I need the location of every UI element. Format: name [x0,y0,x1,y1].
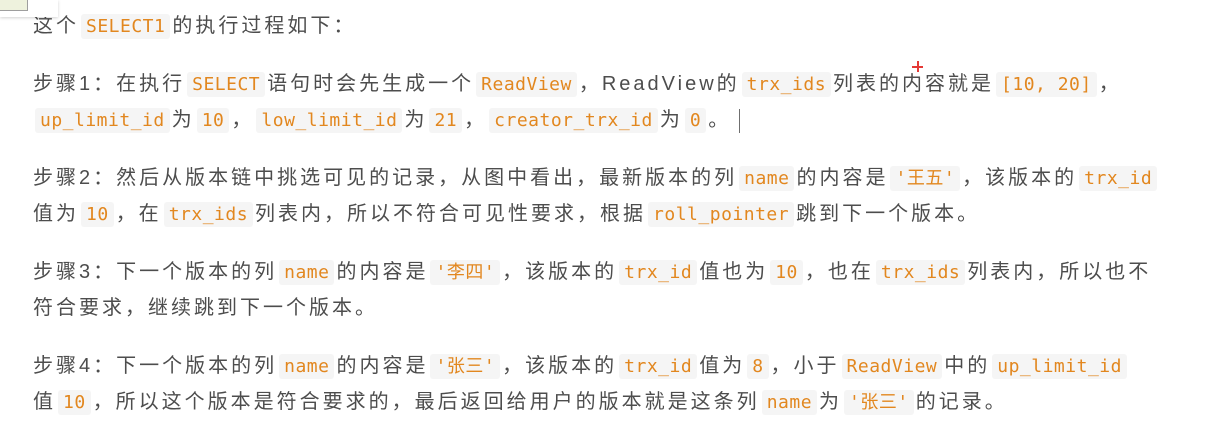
inline-code: SELECT [187,71,266,97]
inline-code: name [279,259,335,285]
inline-code: trx_ids [875,259,966,285]
step-4-paragraph: 步骤4：下一个版本的列 name 的内容是 '张三' ，该版本的 trx_id 值为 8 ，小于… [33,348,1203,421]
red-plus-marker-icon [912,61,923,72]
inline-code: name [279,353,335,379]
text-run: 值也为 [699,260,769,283]
text-run: 跳到下一个版本。 [796,203,981,225]
inline-code: trx_id [1079,165,1158,191]
text-run: 中的 [944,354,991,377]
inline-code: trx_ids [163,202,254,227]
text-run: 步骤2：然后从版本链中挑选可见的记录，从图中看出，最新版本的列 [33,166,738,189]
inline-code: ReadView [476,71,577,97]
inline-code: trx_id [619,259,698,285]
inline-code: [10, 20] [996,71,1097,97]
text-run: 为 [659,109,683,131]
inline-code: low_limit_id [256,108,403,133]
text-line: 值 10 ，所以这个版本是符合要求的，最后返回给用户的版本就是这条列 name 为 '张三… [33,384,1203,421]
text-run: 的记录。 [915,391,1008,413]
text-line: 步骤2：然后从版本链中挑选可见的记录，从图中看出，最新版本的列 name 的内容是 '… [33,160,1203,197]
text-run: ，ReadView的 [578,72,740,95]
text-line: 步骤3：下一个版本的列 name 的内容是 '李四' ，该版本的 trx_id 值也为 10，… [33,254,1203,291]
text-run: ，小于 [770,354,840,377]
inline-code: 10 [81,202,114,227]
inline-code: 21 [429,108,463,133]
step-3-paragraph: 步骤3：下一个版本的列 name 的内容是 '李四' ，该版本的 trx_id 值也为 10，… [33,254,1203,327]
text-line: 值为 10 ，在 trx_ids 列表内，所以不符合可见性要求，根据 roll_point… [33,196,1203,233]
text-run: 值为 [33,203,79,225]
step-2-paragraph: 步骤2：然后从版本链中挑选可见的记录，从图中看出，最新版本的列 name 的内容是 '… [33,160,1203,233]
text-run: 这个 [33,15,79,37]
text-run: ， [1098,72,1122,95]
text-run: 符合要求，继续跳到下一个版本。 [33,297,378,319]
text-run: 步骤3：下一个版本的列 [33,260,278,283]
text-run: ，所以这个版本是符合要求的，最后返回给用户的版本就是这条列 [92,391,760,413]
text-run: 语句时会先生成一个 [267,72,475,95]
text-run: 列表内，所以也不 [967,260,1152,283]
text-run: 为 [819,391,843,413]
inline-code: 10 [196,108,230,133]
inline-code: '李四' [430,259,501,285]
text-line: 这个 SELECT1 的执行过程如下： [33,8,1203,45]
inline-code: '张三' [844,390,914,415]
step-1-paragraph: 步骤1：在执行 SELECT 语句时会先生成一个 ReadView ，ReadView的… [33,66,1203,139]
text-run: 为 [404,109,428,131]
inline-code: 10 [58,390,91,415]
inline-code: creator_trx_id [489,108,658,133]
floating-widget-box [0,0,28,11]
article-body: 这个 SELECT1 的执行过程如下： 步骤1：在执行 SELECT 语句时会先生成一个… [33,8,1203,421]
intro-paragraph: 这个 SELECT1 的执行过程如下： [33,8,1203,45]
text-run: ， [231,109,255,131]
text-line: 步骤1：在执行 SELECT 语句时会先生成一个 ReadView ，ReadView的… [33,66,1203,103]
text-run: 为 [171,109,195,131]
text-line: 符合要求，继续跳到下一个版本。 [33,290,1203,327]
text-line: up_limit_id 为 10， low_limit_id 为 21， creator_t… [33,102,1203,139]
text-run: ， [464,109,488,131]
text-run: 的内容是 [796,166,889,189]
inline-code: 0 [684,108,707,133]
text-run: 列表的内容就是 [833,72,995,95]
text-run: 值为 [699,354,746,377]
text-run: 。 [708,109,732,131]
inline-code: ReadView [841,353,943,379]
inline-code: trx_ids [741,71,832,97]
text-run: 列表内，所以不符合可见性要求，根据 [255,203,647,225]
inline-code: name [761,390,818,415]
inline-code: name [739,165,795,191]
inline-code: SELECT1 [81,14,171,39]
text-run: ，该版本的 [502,354,618,377]
inline-code: 8 [747,353,769,379]
text-run: ，该版本的 [502,260,618,283]
text-run: 步骤4：下一个版本的列 [33,354,278,377]
text-run: 步骤1：在执行 [33,72,186,95]
text-run: 值 [33,391,56,413]
text-run: 的执行过程如下： [172,15,357,37]
text-run: 的内容是 [336,260,429,283]
inline-code: '张三' [430,353,501,379]
inline-code: 10 [770,259,803,285]
inline-code: roll_pointer [648,202,795,227]
text-run: ，该版本的 [962,166,1078,189]
text-run: 的内容是 [336,354,429,377]
text-caret [739,108,741,133]
inline-code: trx_id [619,353,698,379]
text-run: ，在 [115,203,162,225]
text-run: ，也在 [804,260,874,283]
inline-code: up_limit_id [992,353,1127,379]
inline-code: up_limit_id [35,108,170,133]
text-line: 步骤4：下一个版本的列 name 的内容是 '张三' ，该版本的 trx_id 值为 8 ，小于… [33,348,1203,385]
inline-code: '王五' [890,165,961,191]
